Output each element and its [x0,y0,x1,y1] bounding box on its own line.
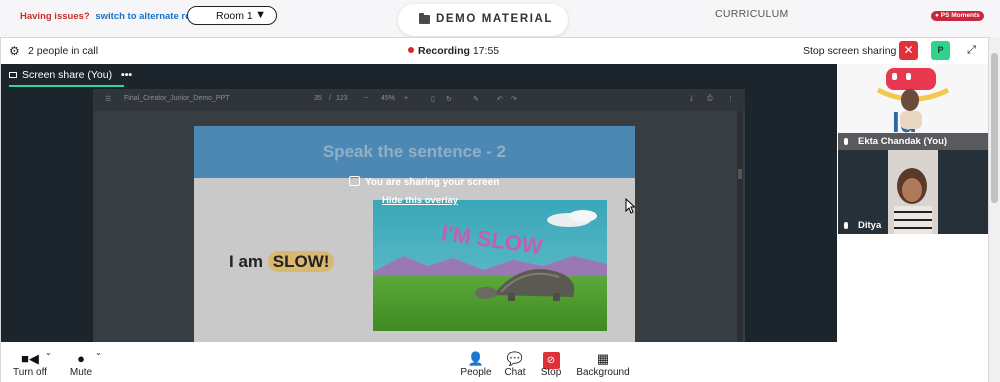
camera-icon: ■◀ [21,351,39,366]
stage-tabbar: Screen share (You) ••• [1,64,837,89]
ps-moments-label: PS Moments [940,12,980,19]
pdf-filename: Final_Creator_Junior_Demo_PPT [124,95,230,102]
pdf-toolbar: ☰ Final_Creator_Junior_Demo_PPT 35 / 123… [93,89,745,111]
expand-icon[interactable]: ⤢ [962,41,981,60]
curriculum-tab[interactable]: CURRICULUM [715,8,789,20]
people-label: People [460,367,492,378]
issues-notice: Having issues? switch to alternate room [20,11,205,22]
demo-material-label: DEMO MATERIAL [436,13,554,25]
chevron-down-icon[interactable]: ⌄ [45,348,52,357]
pdf-page-number[interactable]: 35 [314,95,322,102]
pdf-total-pages: 123 [336,95,348,102]
rotate-icon[interactable]: ↻ [446,95,452,103]
recording-time: 17:55 [472,45,500,57]
mute-label: Mute [69,367,93,378]
zoom-out-icon[interactable]: − [364,95,368,102]
chat-button[interactable]: 💬 Chat [503,350,527,378]
page-scroll-thumb[interactable] [991,53,998,203]
pdf-scroll-thumb[interactable] [738,169,742,179]
background-button[interactable]: ▦ Background [575,350,631,378]
dropdown-caret-icon: ▼ [255,9,266,21]
participant-name-ekta: Ekta Chandak (You) [838,133,988,150]
annotate-icon[interactable]: ✎ [473,95,479,103]
demo-material-button[interactable]: DEMO MATERIAL [398,4,568,36]
redo-icon[interactable]: ↷ [511,95,517,103]
camera-small-icon: ● [935,12,939,19]
share-screen-icon [349,176,360,186]
close-icon[interactable]: ✕ [899,41,918,60]
mic-icon [844,222,848,229]
stop-share-button[interactable]: ⊘ Stop [539,350,563,378]
pdf-viewer: ☰ Final_Creator_Junior_Demo_PPT 35 / 123… [93,89,745,342]
chat-icon: 💬 [506,351,524,366]
ps-moments-badge[interactable]: ● PS Moments [931,11,984,21]
turn-off-camera-button[interactable]: ■◀ ⌄ Turn off [13,348,52,378]
participant-tile-ekta[interactable]: ld Ekta Chandak (You) [838,64,988,150]
turn-off-label: Turn off [13,367,47,378]
page-scrollbar[interactable] [989,37,1000,382]
page-separator: / [329,95,331,102]
zoom-in-icon[interactable]: + [404,95,408,102]
print-icon[interactable]: ⎙ [707,95,713,103]
top-bar: Having issues? switch to alternate room … [0,0,1000,37]
slide-header: Speak the sentence - 2 [194,126,635,178]
people-count: 2 people in call [28,45,99,57]
people-button[interactable]: 👤 People [460,350,492,378]
slide-page: Speak the sentence - 2 I am SLOW! I'M SL… [194,126,635,342]
undo-icon[interactable]: ↶ [497,95,503,103]
participant-avatar[interactable]: P [931,41,950,60]
tortoise-image: I'M SLOW [373,200,607,331]
download-icon[interactable]: ⤓ [690,95,693,103]
stop-screen-sharing-link[interactable]: Stop screen sharing [803,45,896,57]
people-icon: 👤 [467,351,485,366]
sentence-highlight: SLOW! [267,251,335,272]
mouse-cursor-icon [625,198,635,214]
tab-active-indicator [9,85,124,87]
background-label: Background [576,367,630,378]
room-select-value: Room 1 [216,10,253,22]
monitor-icon [9,72,17,78]
chevron-down-icon[interactable]: ⌄ [95,348,102,357]
folder-icon [419,13,430,24]
more-vert-icon[interactable]: ⋮ [727,95,734,103]
pdf-zoom[interactable]: 45% [381,95,395,102]
recording-indicator: Recording 17:55 [408,45,499,57]
background-icon: ▦ [596,351,610,366]
mic-icon [844,138,848,145]
participant-tile-ditya[interactable]: Ditya [838,150,988,234]
mute-button[interactable]: ● ⌄ Mute [69,348,102,378]
tab-label: Screen share (You) [22,69,113,81]
recording-dot-icon [408,47,414,53]
slide-title: Speak the sentence - 2 [322,142,507,161]
call-controls: ■◀ ⌄ Turn off ● ⌄ Mute 👤 People 💬 Chat ⊘… [1,342,988,382]
pdf-scrollbar[interactable] [737,111,743,342]
hide-overlay-link[interactable]: Hide this overlay [382,195,458,206]
gear-icon[interactable]: ⚙ [9,44,20,58]
overlay-message-text: You are sharing your screen [365,177,500,188]
app-root: Having issues? switch to alternate room … [0,0,1000,382]
stop-share-icon: ⊘ [539,350,563,369]
sharing-overlay-message: You are sharing your screen [349,176,499,188]
tortoise-illustration: I'M SLOW [373,200,607,331]
call-window: ⚙ 2 people in call Recording 17:55 Stop … [0,37,989,382]
more-options-icon[interactable]: ••• [121,69,132,81]
call-header: ⚙ 2 people in call Recording 17:55 Stop … [1,38,988,64]
tab-screen-share[interactable]: Screen share (You) ••• [9,69,132,81]
room-select[interactable]: Room 1 ▼ [187,6,277,25]
fit-page-icon[interactable]: ▯ [431,95,435,103]
issues-text: Having issues? [20,11,90,22]
mic-icon: ● [77,351,85,366]
screen-share-stage: Screen share (You) ••• ☰ Final_Creator_J… [1,64,837,342]
sentence-prefix: I am [229,252,264,271]
participant-name-ditya: Ditya [838,217,887,234]
menu-icon[interactable]: ☰ [105,95,111,103]
stop-label: Stop [540,367,562,378]
recording-label: Recording [418,45,470,57]
chat-label: Chat [504,367,526,378]
slide-sentence: I am SLOW! [229,251,335,272]
